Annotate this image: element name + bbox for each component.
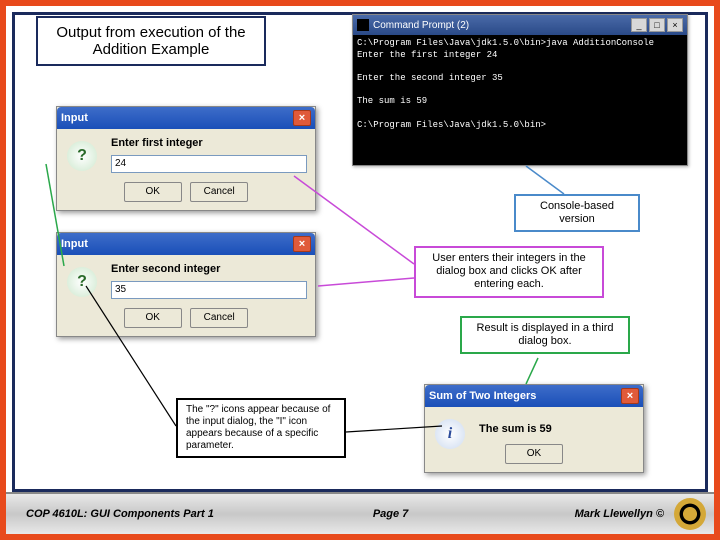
close-icon[interactable]: × <box>621 388 639 404</box>
dialog1-label: Enter first integer <box>111 137 307 149</box>
close-icon[interactable]: × <box>293 236 311 252</box>
dialog2-titlebar: Input × <box>57 233 315 255</box>
footer-page: Page 7 <box>299 508 481 520</box>
ucf-logo <box>674 498 706 530</box>
callout-user-enters: User enters their integers in the dialog… <box>414 246 604 298</box>
console-titlebar: Command Prompt (2) _ □ × <box>353 15 687 35</box>
maximize-button[interactable]: □ <box>649 18 665 32</box>
footer-bar: COP 4610L: GUI Components Part 1 Page 7 … <box>6 492 714 534</box>
console-window: Command Prompt (2) _ □ × C:\Program File… <box>352 14 688 166</box>
dialog2-label: Enter second integer <box>111 263 307 275</box>
slide-title: Output from execution of the Addition Ex… <box>36 16 266 66</box>
cancel-button[interactable]: Cancel <box>190 182 248 202</box>
callout-console: Console-based version <box>514 194 640 232</box>
console-title-text: Command Prompt (2) <box>373 20 629 31</box>
ok-button[interactable]: OK <box>124 308 182 328</box>
question-icon: ? <box>67 141 97 171</box>
info-icon: i <box>435 419 465 449</box>
minimize-button[interactable]: _ <box>631 18 647 32</box>
input-dialog-2: Input × ? Enter second integer OK Cancel <box>56 232 316 337</box>
console-output: C:\Program Files\Java\jdk1.5.0\bin>java … <box>353 35 687 135</box>
cancel-button[interactable]: Cancel <box>190 308 248 328</box>
dialog2-title: Input <box>61 238 293 250</box>
footer-course: COP 4610L: GUI Components Part 1 <box>6 508 299 520</box>
callout-icons: The "?" icons appear because of the inpu… <box>176 398 346 458</box>
dialog2-input[interactable] <box>111 281 307 299</box>
close-icon[interactable]: × <box>293 110 311 126</box>
dialog1-input[interactable] <box>111 155 307 173</box>
dialog3-title: Sum of Two Integers <box>429 390 621 402</box>
question-icon: ? <box>67 267 97 297</box>
dialog3-titlebar: Sum of Two Integers × <box>425 385 643 407</box>
dialog1-titlebar: Input × <box>57 107 315 129</box>
input-dialog-1: Input × ? Enter first integer OK Cancel <box>56 106 316 211</box>
callout-result: Result is displayed in a third dialog bo… <box>460 316 630 354</box>
dialog1-title: Input <box>61 112 293 124</box>
ok-button[interactable]: OK <box>505 444 563 464</box>
sum-dialog: Sum of Two Integers × i The sum is 59 OK <box>424 384 644 473</box>
close-button[interactable]: × <box>667 18 683 32</box>
dialog3-label: The sum is 59 <box>479 423 635 435</box>
cmd-icon <box>357 19 369 31</box>
ok-button[interactable]: OK <box>124 182 182 202</box>
